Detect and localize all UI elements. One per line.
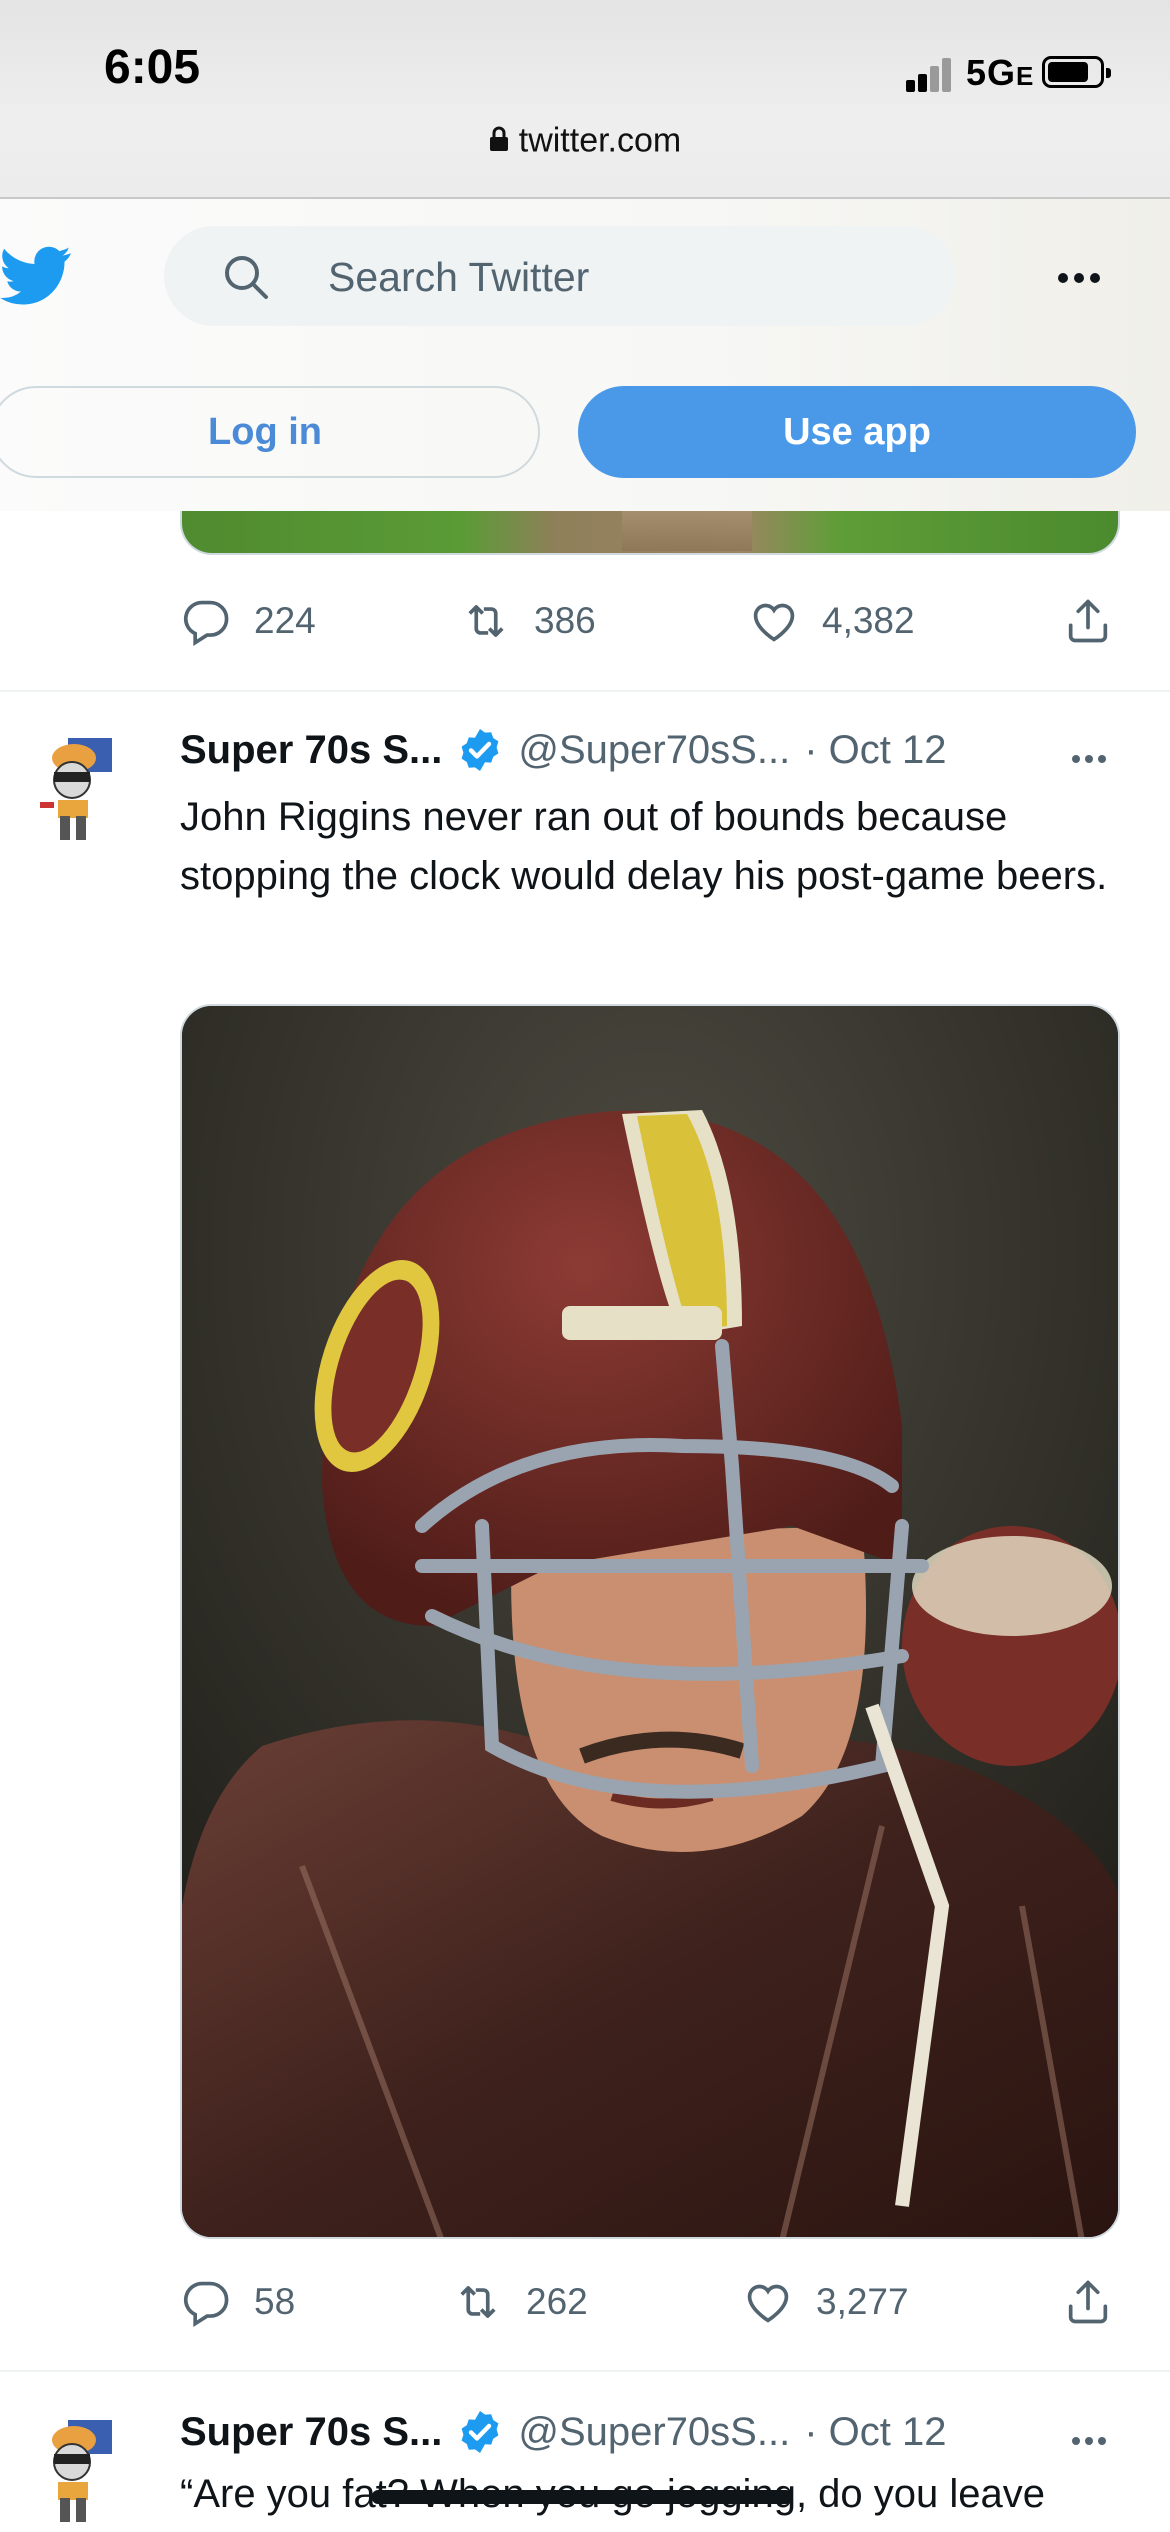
tweet-text: John Riggins never ran out of bounds bec…: [180, 795, 1108, 898]
tweet-date[interactable]: · Oct 12: [804, 728, 946, 773]
reply-count: 224: [254, 600, 316, 641]
like-count: 4,382: [822, 600, 915, 641]
tweet-header: Super 70s S... @Super70sS... · Oct 12: [180, 2408, 946, 2456]
retweet-icon: [460, 2286, 496, 2318]
reply-count: 58: [254, 2281, 296, 2322]
share-button[interactable]: [1062, 2276, 1114, 2328]
reply-icon: [184, 600, 229, 647]
login-button[interactable]: Log in: [0, 386, 540, 478]
football-player-photo: [182, 1006, 1118, 2237]
tweet-more-icon[interactable]: [1072, 2432, 1112, 2450]
like-count: 3,277: [816, 2281, 909, 2322]
retweet-button[interactable]: 386: [460, 595, 596, 647]
lock-icon: [489, 122, 509, 161]
use-app-button[interactable]: Use app: [578, 386, 1136, 478]
share-button[interactable]: [1062, 595, 1114, 647]
verified-badge-icon: [461, 2411, 499, 2453]
heart-icon: [747, 2284, 789, 2323]
tweet-actions: 58 262 3,277: [180, 2276, 1108, 2336]
like-button[interactable]: 4,382: [748, 595, 915, 647]
tweet-header: Super 70s S... @Super70sS... · Oct 12: [180, 726, 946, 774]
more-options-icon[interactable]: [1058, 270, 1106, 288]
heart-icon: [753, 603, 795, 642]
tweet-photo[interactable]: [180, 1004, 1120, 2239]
search-placeholder: Search Twitter: [328, 254, 590, 300]
twitter-logo-icon[interactable]: [0, 246, 72, 306]
verified-badge-icon: [461, 729, 499, 771]
url-bar[interactable]: twitter.com: [0, 120, 1170, 190]
redaction-line: [372, 2490, 792, 2504]
tweet-separator: [0, 690, 1170, 692]
retweet-icon: [468, 605, 504, 637]
share-icon: [1068, 2280, 1108, 2324]
reply-button[interactable]: 224: [180, 595, 316, 647]
battery-icon: [1042, 56, 1111, 88]
author-handle[interactable]: @Super70sS...: [518, 2410, 790, 2455]
retweet-button[interactable]: 262: [452, 2276, 588, 2328]
network-indicator: 5GE: [966, 52, 1035, 93]
avatar[interactable]: [20, 728, 142, 850]
tweet-separator: [0, 2370, 1170, 2372]
share-icon: [1068, 599, 1108, 643]
search-icon: [222, 253, 270, 301]
tweet-more-icon[interactable]: [1072, 750, 1112, 768]
retweet-count: 262: [526, 2281, 588, 2322]
url-text: twitter.com: [518, 121, 682, 160]
status-time: 6:05: [104, 41, 201, 94]
author-name[interactable]: Super 70s S...: [180, 728, 442, 773]
signal-icon: [906, 58, 952, 92]
like-button[interactable]: 3,277: [742, 2276, 909, 2328]
author-name[interactable]: Super 70s S...: [180, 2410, 442, 2455]
tweet-media-partial[interactable]: [180, 511, 1120, 555]
avatar-image: [20, 2410, 142, 2532]
retweet-count: 386: [534, 600, 596, 641]
author-handle[interactable]: @Super70sS...: [518, 728, 790, 773]
reply-icon: [184, 2281, 229, 2328]
tweet-date[interactable]: · Oct 12: [804, 2410, 946, 2455]
avatar[interactable]: [20, 2410, 142, 2532]
tweet-actions: 224 386 4,382: [180, 595, 1108, 655]
reply-button[interactable]: 58: [180, 2276, 295, 2328]
avatar-image: [20, 728, 142, 850]
